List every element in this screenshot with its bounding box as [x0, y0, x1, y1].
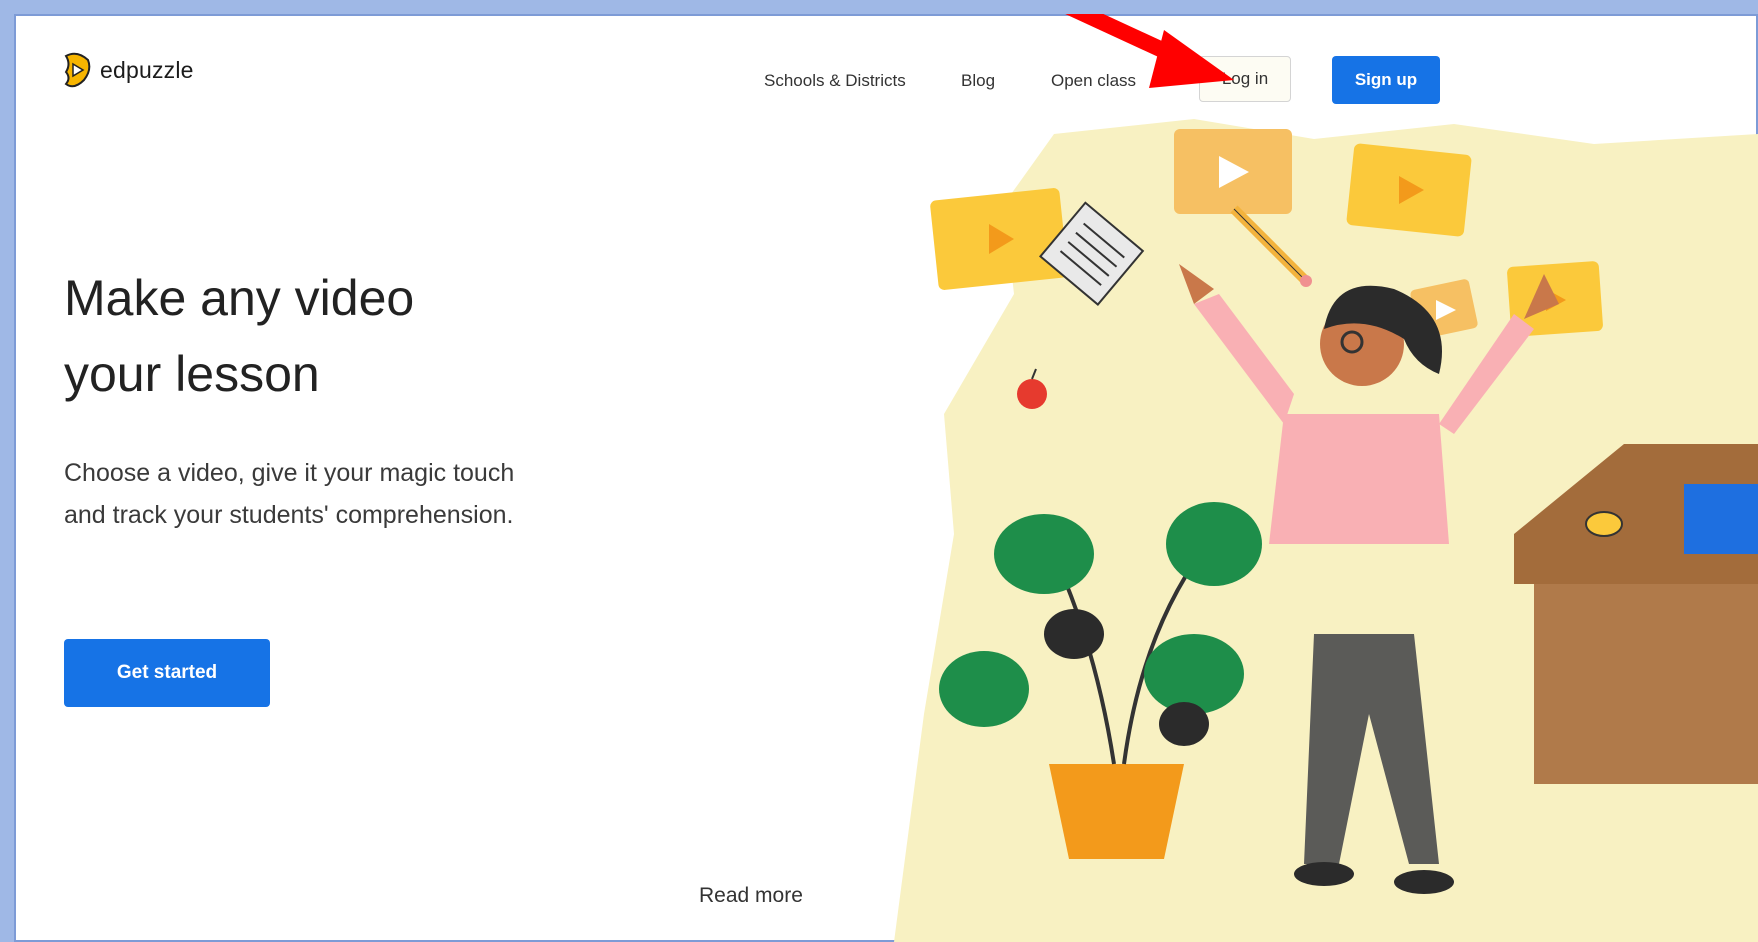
headline-line-2: your lesson — [64, 346, 320, 402]
signup-button[interactable]: Sign up — [1332, 56, 1440, 104]
edpuzzle-logo[interactable]: edpuzzle — [62, 52, 194, 88]
browser-page: edpuzzle Schools & Districts Blog Open c… — [14, 14, 1758, 942]
hero-subtext: Choose a video, give it your magic touch… — [64, 459, 515, 529]
nav-blog[interactable]: Blog — [961, 71, 995, 91]
red-arrow-icon — [1065, 14, 1234, 88]
read-more-link[interactable]: Read more — [699, 884, 803, 908]
hero-headline: Make any video your lesson — [64, 260, 414, 412]
video-card-icon — [1346, 143, 1472, 237]
video-card-icon — [1174, 129, 1292, 214]
brand-name: edpuzzle — [100, 56, 194, 83]
get-started-button[interactable]: Get started — [64, 639, 270, 707]
nav-schools-districts[interactable]: Schools & Districts — [764, 71, 906, 91]
hero-illustration — [894, 119, 1758, 942]
headline-line-1: Make any video — [64, 270, 415, 326]
video-card-icon — [930, 188, 1068, 290]
puzzle-play-icon — [64, 52, 91, 88]
